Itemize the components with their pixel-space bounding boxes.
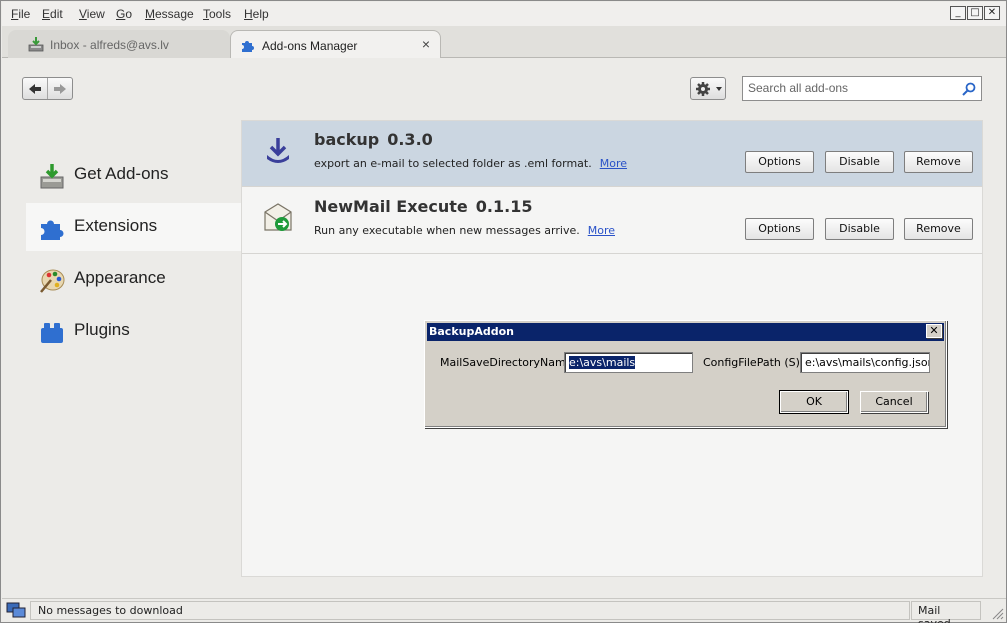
backup-addon-dialog: BackupAddon ✕ MailSaveDirectoryName e:\a… [424, 320, 947, 428]
download-arrow-icon [267, 138, 289, 163]
puzzle-icon [242, 41, 254, 52]
category-label: Plugins [74, 320, 130, 339]
forward-arrow-icon [54, 83, 67, 94]
tab-inbox[interactable]: Inbox - alfreds@avs.lv [8, 30, 230, 58]
status-text: No messages to download [30, 601, 910, 620]
disable-button[interactable]: Disable [825, 151, 894, 173]
config-path-label: ConfigFilePath (S) [703, 356, 800, 369]
tab-label: Add-ons Manager [262, 39, 358, 53]
category-appearance[interactable]: Appearance [26, 255, 241, 303]
addon-description: export an e-mail to selected folder as .… [314, 157, 628, 170]
search-field[interactable] [742, 76, 982, 101]
menu-tools[interactable]: Tools [203, 7, 231, 21]
more-link[interactable]: More [600, 157, 627, 170]
config-path-field[interactable]: e:\avs\mails\config.json [800, 352, 930, 373]
status-bar: No messages to download Mail saved. [2, 598, 1006, 623]
category-label: Appearance [74, 268, 166, 287]
forward-button[interactable] [47, 78, 72, 99]
menu-edit[interactable]: Edit [42, 7, 63, 21]
ok-button[interactable]: OK [779, 390, 849, 414]
dialog-titlebar[interactable]: BackupAddon ✕ [427, 323, 944, 341]
addon-name: backup 0.3.0 [314, 130, 433, 149]
close-tab-icon[interactable]: × [422, 36, 430, 52]
menu-help[interactable]: Help [244, 7, 269, 21]
category-label: Extensions [74, 216, 158, 235]
search-input[interactable] [748, 81, 953, 95]
options-button[interactable]: Options [745, 151, 814, 173]
thunderbird-window: File Edit View Go Message Tools Help _ □… [0, 0, 1007, 623]
gear-icon [696, 82, 710, 96]
addon-description: Run any executable when new messages arr… [314, 224, 615, 237]
tools-menu-button[interactable] [690, 77, 726, 100]
online-status-icon[interactable] [6, 602, 26, 619]
envelope-run-icon [264, 203, 292, 231]
chevron-down-icon [716, 87, 722, 91]
menu-bar: File Edit View Go Message Tools Help _ □… [2, 2, 1006, 26]
menu-file[interactable]: File [11, 7, 30, 21]
addon-version: 0.3.0 [387, 130, 433, 149]
addon-version: 0.1.15 [475, 197, 533, 216]
addon-name: NewMail Execute 0.1.15 [314, 197, 533, 216]
mail-dir-label: MailSaveDirectoryName [440, 356, 573, 369]
get-addons-icon [40, 164, 64, 189]
category-extensions[interactable]: Extensions [26, 203, 241, 251]
search-icon[interactable] [962, 82, 976, 96]
back-button[interactable] [23, 78, 47, 99]
options-button[interactable]: Options [745, 218, 814, 240]
status-message: Mail saved. [911, 601, 981, 623]
menu-message[interactable]: Message [145, 7, 194, 21]
more-link[interactable]: More [588, 224, 615, 237]
palette-icon [40, 269, 65, 293]
inbox-download-icon [28, 37, 44, 52]
remove-button[interactable]: Remove [904, 218, 973, 240]
puzzle-icon [41, 220, 64, 240]
category-label: Get Add-ons [74, 164, 169, 183]
disable-button[interactable]: Disable [825, 218, 894, 240]
resize-grip-icon[interactable] [992, 608, 1004, 620]
addon-row-backup[interactable]: backup 0.3.0 export an e-mail to selected… [242, 121, 982, 187]
window-controls: _ □ ✕ [950, 6, 1000, 20]
close-window-icon[interactable]: ✕ [984, 6, 1000, 20]
tab-label: Inbox - alfreds@avs.lv [50, 38, 169, 52]
dialog-close-button[interactable]: ✕ [926, 324, 942, 338]
menu-go[interactable]: Go [116, 7, 132, 21]
cancel-button[interactable]: Cancel [860, 391, 928, 413]
mail-dir-field[interactable]: e:\avs\mails [564, 352, 693, 373]
plugin-block-icon [41, 323, 63, 343]
tab-bar: Inbox - alfreds@avs.lv Add-ons Manager × [2, 26, 1006, 58]
navigation-buttons [22, 77, 73, 100]
addon-row-newmail-execute[interactable]: NewMail Execute 0.1.15 Run any executable… [242, 188, 982, 254]
remove-button[interactable]: Remove [904, 151, 973, 173]
maximize-icon[interactable]: □ [967, 6, 983, 20]
tab-addons-manager[interactable]: Add-ons Manager × [230, 30, 441, 58]
menu-view[interactable]: View [79, 7, 105, 21]
dialog-title: BackupAddon [429, 325, 514, 338]
minimize-icon[interactable]: _ [950, 6, 966, 20]
back-arrow-icon [29, 83, 42, 94]
category-get-addons[interactable]: Get Add-ons [26, 151, 241, 199]
category-plugins[interactable]: Plugins [26, 307, 241, 355]
